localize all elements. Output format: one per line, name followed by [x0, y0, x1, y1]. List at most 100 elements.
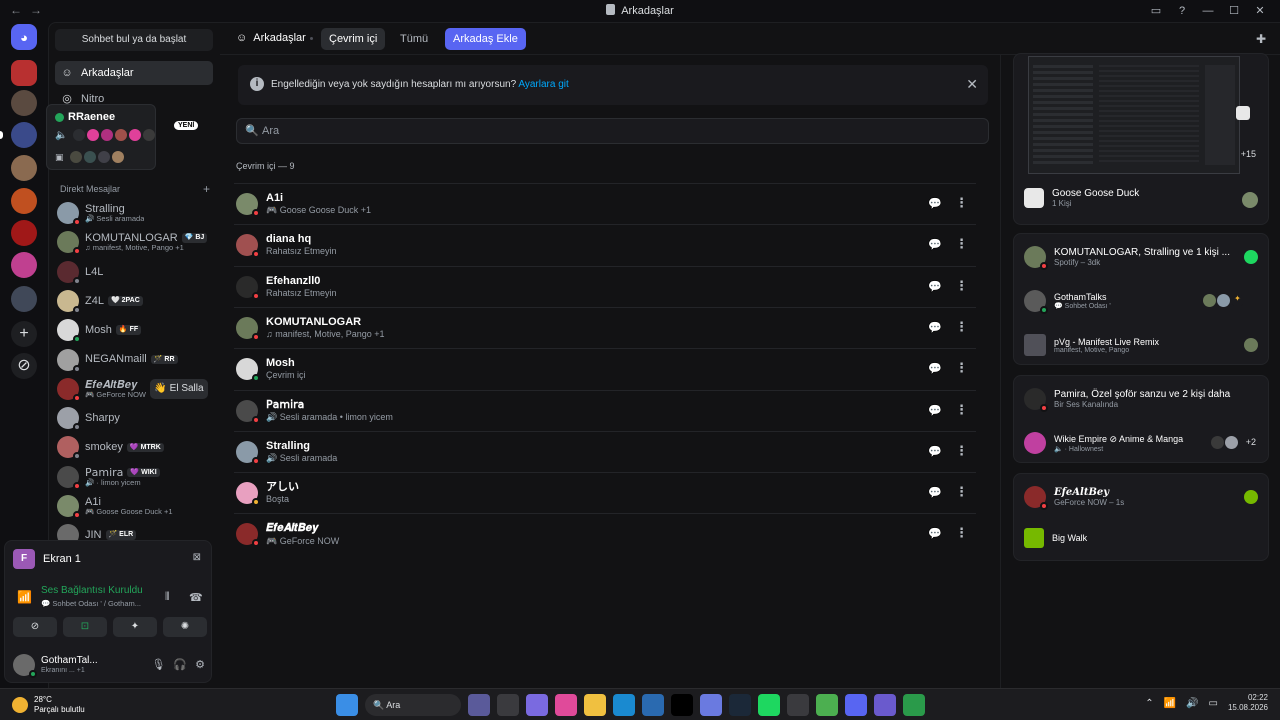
steam-icon[interactable] — [729, 694, 751, 716]
x-icon[interactable] — [671, 694, 693, 716]
taskbar-search[interactable]: 🔍 Ara — [365, 694, 461, 716]
message-icon[interactable]: 💬 — [928, 362, 942, 376]
minimize-button[interactable]: — — [1196, 2, 1220, 20]
close-button[interactable]: ✕ — [1248, 2, 1272, 20]
message-icon[interactable]: 💬 — [928, 321, 942, 335]
friends-search-input[interactable]: 🔍 Ara — [236, 118, 989, 144]
app-icon[interactable] — [874, 694, 896, 716]
camera-off-button[interactable]: ⊘ — [13, 617, 57, 637]
dm-item[interactable]: 𝖯𝖺𝗆𝗂𝗋𝖺 💜 WIKI 🔊 · limon yicem — [57, 463, 213, 491]
more-options-icon[interactable]: ⋮ — [955, 443, 968, 459]
server-icon[interactable] — [11, 252, 37, 278]
message-icon[interactable]: 💬 — [928, 280, 942, 294]
stop-stream-icon[interactable]: ⊠ — [193, 552, 201, 563]
app-icon[interactable] — [787, 694, 809, 716]
dm-item[interactable]: L4L — [57, 258, 213, 286]
server-icon[interactable] — [11, 220, 37, 246]
server-icon[interactable] — [11, 155, 37, 181]
dm-item[interactable]: smokey 💜 MTRK — [57, 433, 213, 461]
dm-item[interactable]: A1i 🎮 Goose Goose Duck +1 — [57, 492, 213, 520]
soundboard-button[interactable]: ✺ — [163, 617, 207, 637]
friend-row[interactable]: Mosh Çevrim içi 💬 ⋮ — [234, 348, 976, 389]
more-options-icon[interactable]: ⋮ — [955, 402, 968, 418]
dm-item[interactable]: KOMUTANLOGAR 💎 BJ ♫ manifest, Motive, Pang… — [57, 228, 213, 256]
dm-item[interactable]: Sharpy — [57, 404, 213, 432]
avatar[interactable] — [13, 654, 37, 678]
friend-row[interactable]: Efehanzll0 Rahatsız Etmeyin 💬 ⋮ — [234, 265, 976, 307]
app-icon[interactable] — [903, 694, 925, 716]
dm-item[interactable]: Z4L 🤍 2PAC — [57, 287, 213, 315]
find-conversation-button[interactable]: Sohbet bul ya da başlat — [55, 29, 213, 51]
activity-card-spotify[interactable]: KOMUTANLOGAR, Stralling ve 1 kişi ... Sp… — [1013, 233, 1269, 365]
voice-channel-name[interactable]: 💬 Sohbet Odası ' / Gotham... — [41, 599, 141, 608]
screen-share-indicator[interactable]: F Ekran 1 — [13, 549, 81, 569]
dm-item[interactable]: Mosh 🔥 FF — [57, 316, 213, 344]
help-icon[interactable]: ? — [1170, 2, 1194, 20]
discover-icon[interactable]: ⊘ — [11, 353, 37, 379]
create-dm-icon[interactable]: + — [203, 182, 210, 196]
new-group-dm-icon[interactable]: ✚ — [1256, 32, 1266, 46]
dm-item[interactable]: NEGANmaill 🪄 RR — [57, 346, 213, 374]
add-server-icon[interactable]: + — [11, 321, 37, 347]
friend-row[interactable]: アしい Boşta 💬 ⋮ — [234, 472, 976, 513]
start-icon[interactable] — [336, 694, 358, 716]
wave-button[interactable]: 👋 El Salla — [150, 379, 208, 399]
discord-home-icon[interactable]: ◕ — [11, 24, 37, 50]
chevron-up-icon[interactable]: ⌃ — [1145, 698, 1153, 709]
message-icon[interactable]: 💬 — [928, 197, 942, 211]
message-icon[interactable]: 💬 — [928, 486, 942, 500]
friend-row[interactable]: 𝑬𝒇𝒆𝑨𝒍𝒕𝑩𝒆𝒚 🎮 GeForce NOW 💬 ⋮ — [234, 513, 976, 554]
tab-all[interactable]: Tümü — [392, 28, 436, 50]
friend-row[interactable]: diana hq Rahatsız Etmeyin 💬 ⋮ — [234, 224, 976, 265]
friend-row[interactable]: A1i 🎮 Goose Goose Duck +1 💬 ⋮ — [234, 183, 976, 224]
inbox-icon[interactable]: ▭ — [1144, 2, 1168, 20]
store-icon[interactable] — [642, 694, 664, 716]
app-icon[interactable] — [526, 694, 548, 716]
server-icon[interactable] — [11, 122, 37, 148]
chrome-icon[interactable] — [816, 694, 838, 716]
clock[interactable]: 02:22 15.08.2026 — [1228, 693, 1268, 714]
close-icon[interactable]: ✕ — [966, 76, 978, 93]
spotify-icon[interactable] — [758, 694, 780, 716]
microphone-icon[interactable]: 🎙 — [151, 658, 165, 671]
more-options-icon[interactable]: ⋮ — [955, 525, 968, 541]
server-icon[interactable] — [11, 188, 37, 214]
battery-icon[interactable]: ▭ — [1209, 698, 1218, 709]
server-icon[interactable] — [11, 90, 37, 116]
activity-card-stream[interactable]: +15 Goose Goose Duck 1 Kişi — [1013, 53, 1269, 225]
maximize-button[interactable]: ☐ — [1222, 2, 1246, 20]
message-icon[interactable]: 💬 — [928, 404, 942, 418]
more-options-icon[interactable]: ⋮ — [955, 484, 968, 500]
message-icon[interactable]: 💬 — [928, 445, 942, 459]
stream-preview[interactable] — [1028, 56, 1240, 174]
server-icon[interactable] — [11, 286, 37, 312]
activities-button[interactable]: ✦ — [113, 617, 157, 637]
weather-widget[interactable]: 28°C Parçalı bulutlu — [12, 695, 85, 714]
dm-item[interactable]: Stralling 🔊 Sesli aramada — [57, 199, 213, 227]
disconnect-icon[interactable]: ☎ — [189, 591, 203, 604]
noise-suppression-icon[interactable]: ⫴ — [165, 591, 170, 604]
message-icon[interactable]: 💬 — [928, 238, 942, 252]
server-icon[interactable] — [11, 60, 37, 86]
activity-card-voice[interactable]: Pamira, Özel şoför sanzu ve 2 kişi daha … — [1013, 375, 1269, 463]
friend-row[interactable]: Stralling 🔊 Sesli aramada 💬 ⋮ — [234, 430, 976, 472]
message-icon[interactable]: 💬 — [928, 527, 942, 541]
add-friend-button[interactable]: Arkadaş Ekle — [445, 28, 526, 50]
widget-icon[interactable] — [468, 694, 490, 716]
headphones-icon[interactable]: 🎧 — [173, 658, 187, 671]
more-options-icon[interactable]: ⋮ — [955, 236, 968, 252]
settings-gear-icon[interactable]: ⚙ — [195, 658, 205, 671]
voice-connection-status[interactable]: Ses Bağlantısı Kuruldu — [41, 585, 143, 596]
friend-row[interactable]: 𝖯𝖺𝗆𝗂𝗋𝖺 🔊 Sesli aramada • limon yicem 💬 ⋮ — [234, 389, 976, 431]
edge-icon[interactable] — [613, 694, 635, 716]
settings-link[interactable]: Ayarlara git — [518, 79, 568, 90]
network-icon[interactable]: 📶 — [1164, 698, 1176, 709]
tab-online[interactable]: Çevrim içi — [321, 28, 386, 50]
app-icon[interactable] — [555, 694, 577, 716]
friend-row[interactable]: KOMUTANLOGAR ♫ manifest, Motive, Pango +1… — [234, 306, 976, 348]
sidebar-item-friends[interactable]: ☺ Arkadaşlar — [55, 61, 213, 85]
more-options-icon[interactable]: ⋮ — [955, 319, 968, 335]
file-explorer-icon[interactable] — [584, 694, 606, 716]
activity-card-geforce[interactable]: 𝑬𝒇𝒆𝑨𝒍𝒕𝑩𝒆𝒚 GeForce NOW – 1s Big Walk — [1013, 473, 1269, 561]
task-view-icon[interactable] — [497, 694, 519, 716]
